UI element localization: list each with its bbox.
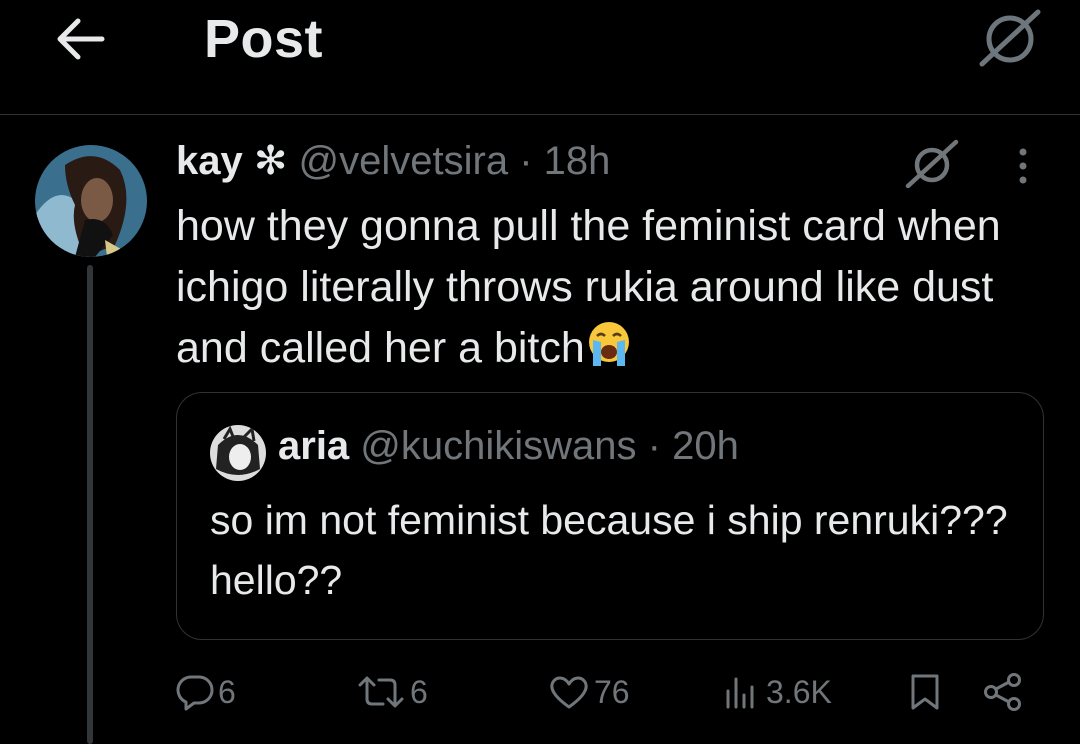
view-count: 3.6K	[766, 673, 832, 710]
back-arrow-icon[interactable]	[52, 14, 108, 64]
action-bar: 6 6 76 3.6K	[0, 662, 1080, 722]
share-icon	[984, 673, 1021, 711]
grok-icon[interactable]	[976, 6, 1044, 68]
page-title: Post	[204, 9, 324, 69]
heart-icon	[550, 676, 588, 709]
quoted-author-name[interactable]: aria	[278, 424, 349, 468]
repost-count: 6	[410, 673, 428, 710]
loudly-crying-face-icon	[585, 320, 633, 368]
share-button[interactable]	[982, 662, 1024, 722]
post-time[interactable]: 18h	[544, 139, 611, 183]
grok-icon[interactable]	[902, 138, 962, 189]
repost-button[interactable]: 6	[356, 662, 428, 722]
reply-count: 6	[218, 673, 236, 710]
author-badge-icon: ✻	[253, 139, 288, 183]
quoted-avatar[interactable]	[210, 425, 266, 481]
avatar[interactable]	[35, 145, 147, 257]
views-chart-icon	[726, 677, 754, 709]
quoted-time: 20h	[672, 424, 739, 468]
repost-icon	[358, 676, 404, 708]
reply-icon	[176, 675, 214, 711]
more-options-icon[interactable]	[1010, 146, 1036, 186]
like-count: 76	[594, 673, 630, 710]
quoted-text: so im not feminist because i ship renruk…	[210, 497, 1008, 603]
bookmark-icon	[911, 674, 939, 710]
views-button[interactable]: 3.6K	[722, 662, 832, 722]
top-bar: Post	[0, 0, 1080, 115]
like-button[interactable]: 76	[548, 662, 630, 722]
author-name[interactable]: kay	[176, 139, 243, 183]
post-header: kay ✻ @velvetsira · 18h	[176, 138, 610, 184]
post-text: how they gonna pull the feminist card wh…	[176, 196, 1056, 379]
author-handle[interactable]: @velvetsira	[299, 139, 509, 183]
bookmark-button[interactable]	[906, 662, 944, 722]
reply-button[interactable]: 6	[176, 662, 236, 722]
quoted-handle[interactable]: @kuchikiswans	[360, 424, 636, 468]
separator: ·	[519, 139, 533, 183]
quoted-header: aria @kuchikiswans · 20h	[278, 424, 739, 469]
separator: ·	[647, 424, 661, 468]
